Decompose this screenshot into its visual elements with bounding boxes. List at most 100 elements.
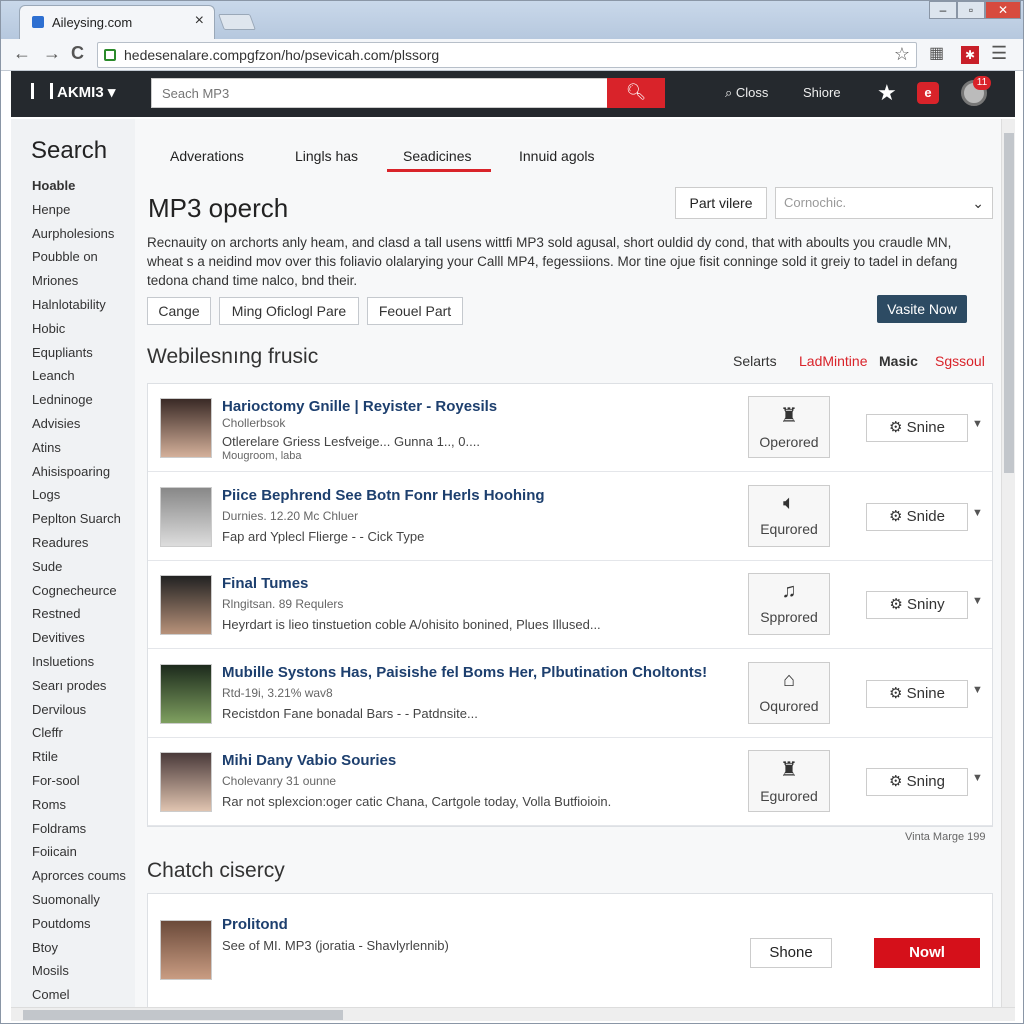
result-action-button[interactable]: ⚙ Snide (866, 502, 968, 531)
forward-icon[interactable]: → (43, 43, 61, 64)
sidebar-item[interactable]: Comel (32, 987, 70, 1002)
result-action-button[interactable]: ⚙ Snine (866, 679, 968, 708)
sidebar-item[interactable]: Poubble on (32, 249, 98, 264)
extension-icon[interactable]: ▦ (929, 43, 944, 63)
sidebar-item[interactable]: Foiicain (32, 844, 77, 859)
sidebar-item[interactable]: Advisies (32, 416, 80, 431)
sidebar-item[interactable]: Restned (32, 606, 80, 621)
filter-masic[interactable]: Masic (879, 353, 918, 369)
scroll-thumb[interactable] (1004, 133, 1014, 473)
sidebar-item[interactable]: Mosils (32, 963, 69, 978)
sidebar-item[interactable]: Sude (32, 559, 62, 574)
shone-button[interactable]: Shone (750, 938, 832, 968)
result-title[interactable]: Mubille Systons Has, Paisishe fel Boms H… (222, 664, 707, 681)
dropdown-arrow-icon[interactable]: ▼ (972, 772, 983, 784)
sidebar-item[interactable]: Poutdoms (32, 916, 91, 931)
sidebar-item[interactable]: Ahisispoaring (32, 464, 110, 479)
result-title[interactable]: Final Tumes (222, 575, 308, 592)
sidebar-item[interactable]: Logs (32, 487, 60, 502)
sidebar-item[interactable]: Ledninoge (32, 392, 93, 407)
sidebar-item[interactable]: Devitives (32, 630, 85, 645)
site-logo[interactable]: AKMI3 ▾ (31, 83, 115, 101)
reload-icon[interactable]: C (71, 43, 84, 64)
dropdown-arrow-icon[interactable]: ▼ (972, 507, 983, 519)
notifications-icon[interactable]: e (917, 82, 939, 104)
sidebar-item[interactable]: Aurpholesions (32, 226, 114, 241)
sort-select[interactable]: Cornochic. ⌄ (775, 187, 993, 219)
sidebar-item[interactable]: Hoable (32, 178, 75, 193)
browser-tab[interactable]: Aileysing.com × (19, 5, 215, 39)
result-type-box[interactable]: ♜ Egurored (748, 750, 830, 813)
sidebar-item[interactable]: Btoy (32, 940, 58, 955)
chip-ming[interactable]: Ming Oficlogl Pare (219, 297, 359, 325)
back-icon[interactable]: ← (13, 43, 31, 64)
sidebar-item[interactable]: Atins (32, 440, 61, 455)
card-title[interactable]: Prolitond (222, 916, 288, 933)
chip-feouel[interactable]: Feouel Part (367, 297, 463, 325)
new-tab-button[interactable] (218, 14, 256, 30)
sidebar-item[interactable]: Dervilous (32, 702, 86, 717)
sidebar-item[interactable]: Equpliants (32, 345, 93, 360)
bookmark-star-icon[interactable]: ☆ (894, 44, 910, 65)
horizontal-scrollbar[interactable] (11, 1007, 1015, 1021)
result-title[interactable]: Harioctomy Gnille | Reyister - Royesils (222, 398, 497, 415)
sidebar-item[interactable]: Leanch (32, 368, 75, 383)
result-thumbnail[interactable] (160, 486, 212, 547)
result-type-box[interactable]: ⌂ Oqurored (748, 661, 830, 724)
result-type-box[interactable]: ♫ Spprored (748, 573, 830, 636)
addon-icon[interactable]: ✱ (961, 46, 979, 64)
search-button[interactable]: 🔍︎ (607, 78, 665, 108)
sidebar-item[interactable]: Henpe (32, 202, 70, 217)
dropdown-arrow-icon[interactable]: ▼ (972, 418, 983, 430)
sidebar-item[interactable]: Searı prodes (32, 678, 106, 693)
sidebar-item[interactable]: Peplton Suarch (32, 511, 121, 526)
result-thumbnail[interactable] (160, 663, 212, 724)
now-button[interactable]: Nowl (874, 938, 980, 968)
result-action-button[interactable]: ⚙ Sniny (866, 591, 968, 620)
header-link-closs[interactable]: ⌕ Closs (725, 85, 768, 101)
sidebar-item[interactable]: Mriones (32, 273, 78, 288)
chip-cange[interactable]: Cange (147, 297, 211, 325)
minimize-icon[interactable]: – (929, 1, 957, 19)
sidebar-item[interactable]: Aprorces coums (32, 868, 126, 883)
sidebar-item[interactable]: Cleffr (32, 725, 63, 740)
search-field[interactable] (151, 78, 609, 108)
result-thumbnail[interactable] (160, 398, 212, 458)
dropdown-arrow-icon[interactable]: ▼ (972, 595, 983, 607)
filter-sgssoul[interactable]: Sgssoul (935, 353, 985, 369)
result-action-button[interactable]: ⚙ Snine (866, 414, 968, 442)
tab-adverations[interactable]: Adverations (170, 148, 244, 164)
result-title[interactable]: Piice Bephrend See Botn Fonr Herls Hoohi… (222, 487, 545, 504)
favorites-star-icon[interactable]: ★ (877, 80, 897, 106)
address-bar[interactable]: hedesenalare.compgfzon/ho/psevicah.com/p… (97, 42, 917, 68)
sidebar-item[interactable]: Rtile (32, 749, 58, 764)
visit-now-button[interactable]: Vasite Now (877, 295, 967, 323)
maximize-icon[interactable]: ▫ (957, 1, 985, 19)
filter-ladmintine[interactable]: LadMintine (799, 353, 868, 369)
sidebar-item[interactable]: For-sool (32, 773, 80, 788)
close-tab-icon[interactable]: × (195, 12, 204, 30)
header-link-shiore[interactable]: Shiore (803, 85, 841, 100)
sidebar-item[interactable]: Insluetions (32, 654, 94, 669)
result-type-box[interactable]: 🔈︎ Equrored (748, 484, 830, 547)
tab-lingls-has[interactable]: Lingls has (295, 148, 358, 164)
filter-selarts[interactable]: Selarts (733, 353, 777, 369)
result-thumbnail[interactable] (160, 575, 212, 636)
sidebar-item[interactable]: Suomonally (32, 892, 100, 907)
sidebar-item[interactable]: Halnlotability (32, 297, 106, 312)
dropdown-arrow-icon[interactable]: ▼ (972, 684, 983, 696)
result-title[interactable]: Mihi Dany Vabio Souries (222, 752, 396, 769)
tab-innuid-agols[interactable]: Innuid agols (519, 148, 595, 164)
vertical-scrollbar[interactable] (1001, 119, 1015, 1007)
part-button[interactable]: Part vilere (675, 187, 767, 219)
sidebar-item[interactable]: Readures (32, 535, 88, 550)
sidebar-item[interactable]: Cognecheurce (32, 583, 117, 598)
result-action-button[interactable]: ⚙ Sning (866, 768, 968, 797)
sidebar-item[interactable]: Roms (32, 797, 66, 812)
hscroll-thumb[interactable] (23, 1010, 343, 1020)
menu-icon[interactable]: ☰ (991, 43, 1007, 64)
search-input[interactable] (152, 79, 608, 107)
tab-seadicines[interactable]: Seadicines (403, 148, 472, 164)
sidebar-item[interactable]: Foldrams (32, 821, 86, 836)
result-type-box[interactable]: ♜ Operored (748, 396, 830, 458)
